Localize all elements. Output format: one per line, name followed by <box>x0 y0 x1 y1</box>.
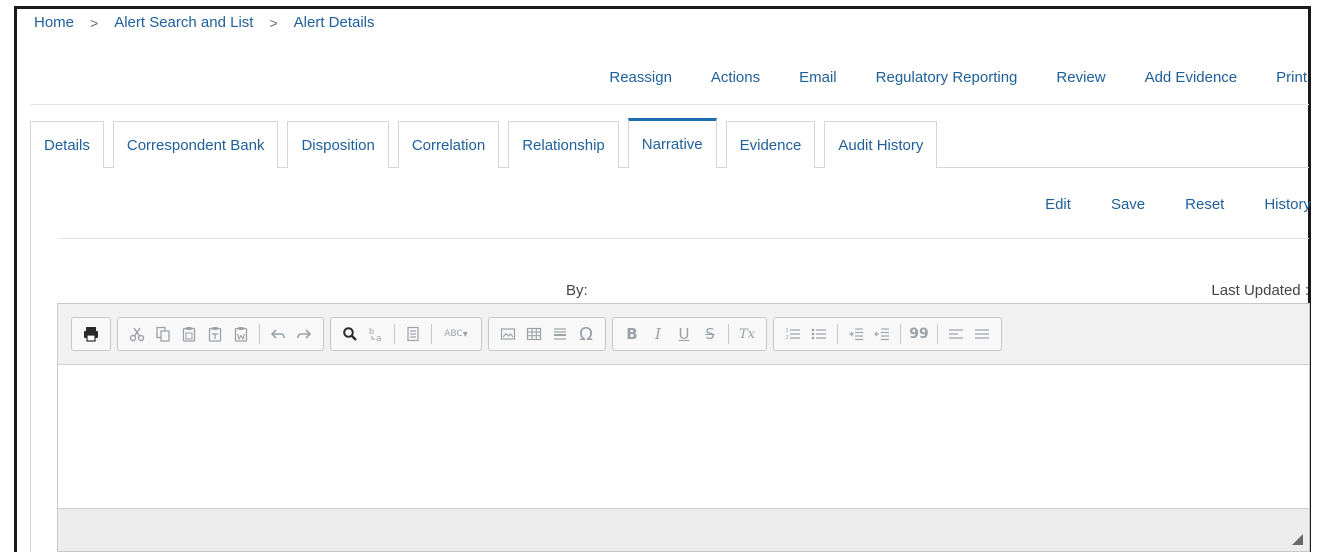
underline-icon[interactable]: U <box>673 321 695 347</box>
narrative-actions: Edit Save Reset History <box>1045 196 1311 213</box>
regulatory-reporting-button[interactable]: Regulatory Reporting <box>876 69 1018 86</box>
toolbar-separator <box>259 324 260 344</box>
blockquote-icon[interactable]: 99 <box>908 321 930 347</box>
indent-icon[interactable] <box>871 321 893 347</box>
horizontal-line-icon[interactable] <box>549 321 571 347</box>
toolbar-separator <box>431 324 432 344</box>
print-icon[interactable] <box>80 321 102 347</box>
toolbar-group-clipboard <box>117 317 324 351</box>
toolbar-group-insert: Ω <box>488 317 606 351</box>
replace-icon[interactable]: ba <box>365 321 387 347</box>
toolbar-separator <box>900 324 901 344</box>
table-icon[interactable] <box>523 321 545 347</box>
outdent-icon[interactable] <box>845 321 867 347</box>
italic-icon[interactable]: I <box>647 321 669 347</box>
spellcheck-icon[interactable]: ABC ▾ <box>439 321 473 347</box>
last-updated-label: Last Updated : <box>1211 282 1309 299</box>
numbered-list-icon[interactable]: 12 <box>782 321 804 347</box>
undo-icon[interactable] <box>267 321 289 347</box>
align-left-icon[interactable] <box>945 321 967 347</box>
alert-tabs: Details Correspondent Bank Disposition C… <box>30 118 946 168</box>
history-button[interactable]: History <box>1264 196 1311 213</box>
find-icon[interactable] <box>339 321 361 347</box>
breadcrumb-alert-details[interactable]: Alert Details <box>294 14 375 31</box>
tab-evidence[interactable]: Evidence <box>725 121 816 168</box>
svg-text:2: 2 <box>786 335 789 341</box>
remove-format-icon[interactable]: Tx <box>736 321 758 347</box>
special-char-icon[interactable]: Ω <box>575 321 597 347</box>
breadcrumb-alert-search[interactable]: Alert Search and List <box>114 14 253 31</box>
svg-text:a: a <box>376 334 382 342</box>
alert-action-bar: Reassign Actions Email Regulatory Report… <box>609 69 1307 86</box>
reassign-button[interactable]: Reassign <box>609 69 672 86</box>
bulleted-list-icon[interactable] <box>808 321 830 347</box>
toolbar-separator <box>937 324 938 344</box>
editor-toolbar: ba ABC ▾ Ω B I U S Tx 1 2 99 <box>58 304 1309 365</box>
svg-text:1: 1 <box>786 328 789 334</box>
tab-narrative[interactable]: Narrative <box>627 118 717 168</box>
breadcrumb: Home > Alert Search and List > Alert Det… <box>34 14 375 31</box>
header-divider <box>30 104 1309 105</box>
tab-relationship[interactable]: Relationship <box>508 121 619 168</box>
tab-correspondent-bank[interactable]: Correspondent Bank <box>112 121 279 168</box>
tab-disposition[interactable]: Disposition <box>287 121 389 168</box>
add-evidence-button[interactable]: Add Evidence <box>1145 69 1238 86</box>
bold-icon[interactable]: B <box>621 321 643 347</box>
editor-statusbar <box>58 508 1309 551</box>
spellcheck-dropdown-icon: ▾ <box>462 328 468 340</box>
edit-button[interactable]: Edit <box>1045 196 1071 213</box>
toolbar-group-basic-styles: B I U S Tx <box>612 317 767 351</box>
redo-icon[interactable] <box>293 321 315 347</box>
reset-button[interactable]: Reset <box>1185 196 1224 213</box>
email-button[interactable]: Email <box>799 69 837 86</box>
paste-icon[interactable] <box>178 321 200 347</box>
content-border <box>30 167 31 552</box>
svg-text:b: b <box>369 327 374 336</box>
narrative-divider <box>58 238 1309 239</box>
paste-word-icon[interactable] <box>230 321 252 347</box>
toolbar-separator <box>728 324 729 344</box>
toolbar-group-paragraph: 12 99 <box>773 317 1002 351</box>
strike-icon[interactable]: S <box>699 321 721 347</box>
paste-text-icon[interactable] <box>204 321 226 347</box>
toolbar-group-print <box>71 317 111 351</box>
toolbar-separator <box>837 324 838 344</box>
toolbar-separator <box>394 324 395 344</box>
breadcrumb-home[interactable]: Home <box>34 14 74 31</box>
narrative-text-area[interactable] <box>58 365 1309 508</box>
save-button[interactable]: Save <box>1111 196 1145 213</box>
tab-audit-history[interactable]: Audit History <box>824 121 938 168</box>
resize-grip-icon[interactable] <box>1292 534 1303 545</box>
select-all-icon[interactable] <box>402 321 424 347</box>
actions-button[interactable]: Actions <box>711 69 760 86</box>
tab-correlation[interactable]: Correlation <box>397 121 500 168</box>
review-button[interactable]: Review <box>1056 69 1105 86</box>
toolbar-group-editing: ba ABC ▾ <box>330 317 482 351</box>
by-label: By: <box>566 282 588 299</box>
tab-details[interactable]: Details <box>30 121 104 168</box>
breadcrumb-separator-icon: > <box>90 14 99 31</box>
image-icon[interactable] <box>497 321 519 347</box>
narrative-editor: ba ABC ▾ Ω B I U S Tx 1 2 99 <box>57 303 1310 552</box>
cut-icon[interactable] <box>126 321 148 347</box>
copy-icon[interactable] <box>152 321 174 347</box>
print-button[interactable]: Print <box>1276 69 1307 86</box>
breadcrumb-separator-icon: > <box>269 14 278 31</box>
align-center-icon[interactable] <box>971 321 993 347</box>
spellcheck-label: ABC <box>444 329 463 339</box>
